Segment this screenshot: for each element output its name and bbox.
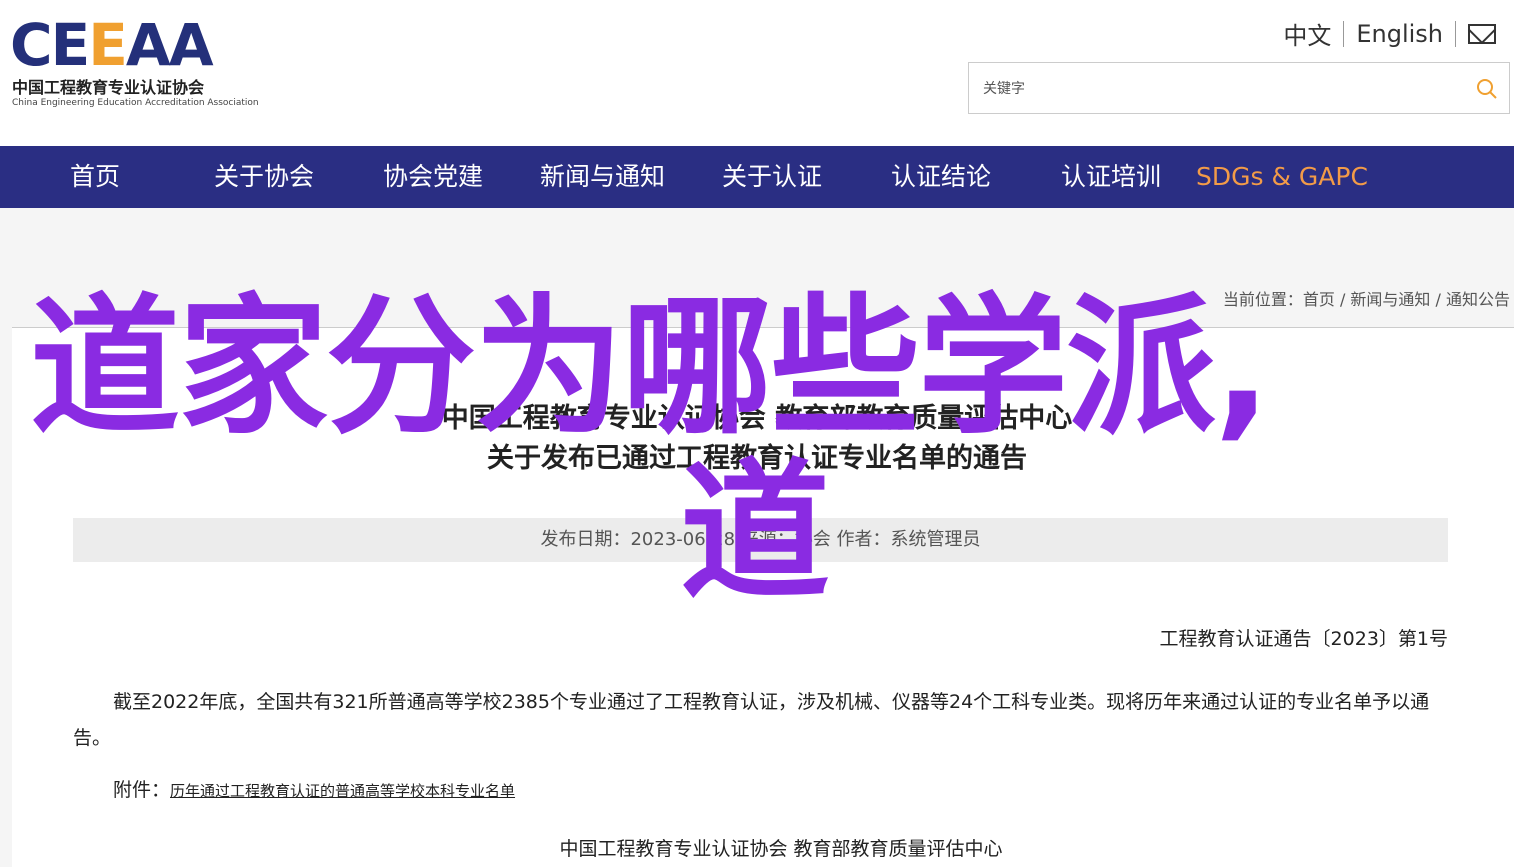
attachment: 附件：历年通过工程教育认证的普通高等学校本科专业名单 (113, 775, 515, 802)
nav-home[interactable]: 首页 (70, 146, 120, 208)
overlay-headline-line1: 道家分为哪些学派, (30, 281, 1271, 455)
lang-divider (1455, 20, 1456, 47)
search-box (968, 62, 1510, 114)
attachment-label: 附件： (113, 779, 171, 801)
article-paragraph: 截至2022年底，全国共有321所普通高等学校2385个专业通过了工程教育认证，… (73, 691, 1430, 749)
nav-about-association[interactable]: 关于协会 (214, 146, 314, 208)
document-number: 工程教育认证通告〔2023〕第1号 (1159, 628, 1448, 650)
nav-accreditation-results[interactable]: 认证结论 (891, 146, 991, 208)
attachment-link[interactable]: 历年通过工程教育认证的普通高等学校本科专业名单 (170, 782, 515, 800)
nav-sdgs-gapc[interactable]: SDGs & GAPC (1196, 146, 1368, 208)
lang-cn-link[interactable]: 中文 (1271, 16, 1343, 51)
lang-en-link[interactable]: English (1344, 20, 1455, 48)
main-nav: 首页 关于协会 协会党建 新闻与通知 关于认证 认证结论 认证培训 SDGs &… (0, 146, 1514, 208)
article-signature: 中国工程教育专业认证协会 教育部教育质量评估中心 (559, 838, 1003, 860)
nav-training[interactable]: 认证培训 (1061, 146, 1161, 208)
language-switcher: 中文 English (1271, 16, 1496, 51)
site-header: CEEAA 中国工程教育专业认证协会 China Engineering Edu… (0, 0, 1514, 146)
logo-name-cn: 中国工程教育专业认证协会 (12, 78, 205, 97)
search-icon[interactable] (1475, 77, 1499, 101)
nav-news[interactable]: 新闻与通知 (540, 146, 665, 208)
nav-party-building[interactable]: 协会党建 (383, 146, 483, 208)
logo-name-en: China Engineering Education Accreditatio… (12, 98, 259, 108)
ceeaa-logo[interactable]: CEEAA 中国工程教育专业认证协会 China Engineering Edu… (10, 14, 270, 114)
overlay-headline-line2: 道 (680, 446, 831, 620)
nav-about-accreditation[interactable]: 关于认证 (722, 146, 822, 208)
mail-icon[interactable] (1468, 23, 1496, 44)
logo-mark: CEEAA (10, 11, 214, 79)
search-input[interactable] (981, 77, 1465, 101)
